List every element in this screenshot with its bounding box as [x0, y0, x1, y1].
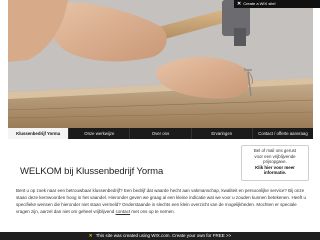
- contact-callout-box: Bel of mail ons gerust voor een vrijblij…: [241, 145, 309, 181]
- hero-hammer-nail-photo: [8, 0, 313, 128]
- page-title: WELKOM bij Klussenbedrijf Yorma: [20, 166, 164, 177]
- callout-line-5: informatie.: [263, 170, 287, 176]
- intro-text-end: met ons op te nemen.: [130, 209, 175, 214]
- main-navigation: Klussenbedrijf Yorma Onze werkwijze Over…: [8, 128, 313, 139]
- wix-create-site-badge[interactable]: ✕ Create a WIX site!: [234, 0, 320, 8]
- contact-link[interactable]: contact: [116, 209, 131, 214]
- wix-x-icon: ✕: [88, 233, 93, 238]
- main-content: WELKOM bij Klussenbedrijf Yorma Bel of m…: [8, 139, 313, 232]
- nav-item-over-ons[interactable]: Over ons: [130, 128, 192, 139]
- intro-paragraph: Bent u op zoek naar een betrouwbaar klus…: [16, 187, 308, 215]
- callout-link[interactable]: hier voor meer: [264, 165, 295, 170]
- hero-image: [8, 0, 313, 128]
- nav-item-werkwijze[interactable]: Onze werkwijze: [69, 128, 131, 139]
- nav-item-home[interactable]: Klussenbedrijf Yorma: [8, 128, 70, 139]
- nav-item-contact[interactable]: Contact / offerte aanvraag: [253, 128, 313, 139]
- callout-link-prefix[interactable]: Klik: [255, 165, 263, 170]
- nav-item-ervaringen[interactable]: Ervaringen: [192, 128, 253, 139]
- wix-x-icon: ✕: [237, 1, 242, 7]
- wix-footer-label: This site was created using WIX.com. Cre…: [95, 233, 232, 238]
- wix-create-site-label: Create a WIX site!: [243, 1, 276, 6]
- wix-footer-banner[interactable]: ✕ This site was created using WIX.com. C…: [0, 232, 320, 240]
